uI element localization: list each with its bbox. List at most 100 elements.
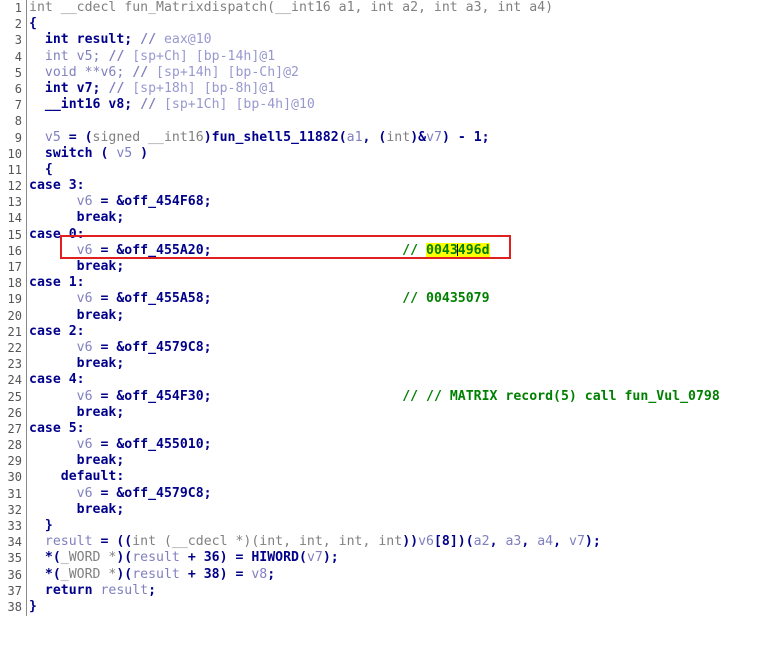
code-line[interactable]: 31 v6 = &off_4579C8; [0, 486, 778, 502]
token-type: int __cdecl fun_Matrixdispatch(__int16 a… [29, 0, 554, 15]
line-content[interactable]: switch ( v5 ) [29, 146, 148, 162]
code-line[interactable]: 8 [0, 113, 778, 129]
code-line[interactable]: 32 break; [0, 502, 778, 518]
line-content[interactable]: { [29, 16, 37, 32]
code-line[interactable]: 29 break; [0, 453, 778, 469]
line-number: 5 [14, 65, 22, 80]
code-line[interactable]: 20 break; [0, 308, 778, 324]
code-line[interactable]: 25 v6 = &off_454F30; // // MATRIX record… [0, 389, 778, 405]
code-line[interactable]: 36 *(_WORD *)(result + 38) = v8; [0, 567, 778, 583]
code-line-focused[interactable]: 16 v6 = &off_455A20; // 0043496d [0, 242, 778, 259]
token-arg: v7 [426, 129, 442, 145]
line-content[interactable]: v6 = &off_4579C8; [29, 486, 212, 502]
line-content[interactable]: break; [29, 356, 125, 372]
line-content[interactable]: break; [29, 404, 125, 421]
line-number: 26 [7, 405, 22, 420]
line-content[interactable]: int v5; // [sp+Ch] [bp-14h]@1 [29, 49, 275, 65]
token-keyword: break; [29, 404, 125, 420]
line-content[interactable]: case 4: [29, 372, 85, 388]
line-content[interactable]: v6 = &off_4579C8; [29, 340, 212, 356]
line-content[interactable]: v6 = &off_454F30; // // MATRIX record(5)… [29, 389, 720, 405]
line-content[interactable]: break; [29, 502, 125, 518]
line-content[interactable]: { [29, 162, 53, 178]
line-content[interactable]: return result; [29, 583, 156, 599]
line-content[interactable]: int result; // eax@10 [29, 32, 212, 48]
token-case-label: case 1: [29, 275, 85, 291]
token-brace: } [29, 598, 37, 614]
line-content[interactable]: } [29, 599, 37, 615]
line-number: 29 [7, 454, 22, 469]
code-line[interactable]: 35 *(_WORD *)(result + 36) = HIWORD(v7); [0, 550, 778, 566]
code-line[interactable]: 14 break; [0, 210, 778, 226]
code-line[interactable]: 18 case 1: [0, 275, 778, 291]
token-op: [8])( [433, 534, 474, 550]
code-line[interactable]: 19 v6 = &off_455A58; // 00435079 [0, 291, 778, 307]
line-content[interactable]: break; [29, 453, 125, 469]
code-line[interactable]: 33 } [0, 518, 778, 534]
line-content[interactable]: case 2: [29, 324, 85, 340]
line-content[interactable]: case 3: [29, 178, 85, 194]
code-line[interactable]: 6 int v7; // [sp+18h] [bp-8h]@1 [0, 81, 778, 97]
code-line[interactable]: 4 int v5; // [sp+Ch] [bp-14h]@1 [0, 49, 778, 65]
line-content[interactable]: case 0: [29, 227, 85, 243]
line-content[interactable]: int v7; // [sp+18h] [bp-8h]@1 [29, 81, 275, 97]
code-line[interactable]: 22 v6 = &off_4579C8; [0, 340, 778, 356]
line-content[interactable]: int __cdecl fun_Matrixdispatch(__int16 a… [29, 0, 553, 16]
line-content[interactable]: } [29, 518, 53, 534]
line-content[interactable]: result = ((int (__cdecl *)(int, int, int… [29, 534, 601, 550]
line-content[interactable]: __int16 v8; // [sp+1Ch] [bp-4h]@10 [29, 97, 315, 113]
line-content[interactable]: v6 = &off_455010; [29, 437, 212, 453]
line-content[interactable]: default: [29, 469, 125, 485]
code-line[interactable]: 1 int __cdecl fun_Matrixdispatch(__int16… [0, 0, 778, 16]
token-assign: = &off_454F68; [92, 194, 212, 210]
code-line[interactable]: 23 break; [0, 356, 778, 372]
code-line[interactable]: 17 break; [0, 259, 778, 275]
token-var: v6 [29, 485, 93, 501]
line-content[interactable]: v6 = &off_455A20; // 0043496d [29, 242, 490, 259]
line-content[interactable]: *(_WORD *)(result + 38) = v8; [29, 567, 275, 583]
code-line[interactable]: 9 v5 = (signed __int16)fun_shell5_11882(… [0, 130, 778, 146]
selected-comment-text[interactable]: 0043496d [426, 242, 490, 258]
line-number: 24 [7, 373, 22, 388]
code-line[interactable]: 7 __int16 v8; // [sp+1Ch] [bp-4h]@10 [0, 97, 778, 113]
line-content[interactable]: break; [29, 308, 125, 324]
token-decl: void **v6; [29, 64, 133, 80]
line-content[interactable]: break; [29, 210, 125, 226]
code-line[interactable]: 34 result = ((int (__cdecl *)(int, int, … [0, 534, 778, 550]
token-user-comment[interactable]: // 00435079 [212, 291, 489, 306]
code-line[interactable]: 15 case 0: [0, 227, 778, 243]
code-line[interactable]: 10 switch ( v5 ) [0, 146, 778, 162]
line-content[interactable]: break; [29, 259, 125, 275]
code-line[interactable]: 37 return result; [0, 583, 778, 599]
code-line[interactable]: 27 case 5: [0, 421, 778, 437]
default-label: default: [60, 469, 125, 485]
token-assign: = &off_455A58; [92, 291, 212, 307]
code-line[interactable]: 13 v6 = &off_454F68; [0, 194, 778, 210]
code-line[interactable]: 30 default: [0, 469, 778, 485]
line-number: 15 [7, 227, 22, 242]
code-line[interactable]: 12 case 3: [0, 178, 778, 194]
line-content[interactable]: case 1: [29, 275, 85, 291]
line-content[interactable]: v6 = &off_455A58; // 00435079 [29, 291, 490, 307]
code-line[interactable]: 24 case 4: [0, 372, 778, 388]
code-line[interactable]: 2 { [0, 16, 778, 32]
selection-before-caret: 0043 [426, 242, 458, 258]
token-user-comment[interactable]: // // MATRIX record(5) call fun_Vul_0798 [212, 389, 720, 404]
code-line[interactable]: 5 void **v6; // [sp+14h] [bp-Ch]@2 [0, 65, 778, 81]
code-line[interactable]: 26 break; [0, 405, 778, 421]
code-line[interactable]: 38 } [0, 599, 778, 615]
line-content[interactable]: void **v6; // [sp+14h] [bp-Ch]@2 [29, 65, 299, 81]
pseudocode-editor[interactable]: 1 int __cdecl fun_Matrixdispatch(__int16… [0, 0, 778, 616]
code-line[interactable]: 21 case 2: [0, 324, 778, 340]
line-content[interactable]: *(_WORD *)(result + 36) = HIWORD(v7); [29, 550, 339, 566]
token-op: = (( [92, 534, 133, 550]
line-content[interactable]: v5 = (signed __int16)fun_shell5_11882(a1… [29, 130, 490, 146]
token-var: v6 [418, 534, 434, 550]
token-comment-body: [sp+Ch] [bp-14h]@1 [132, 48, 276, 64]
token-cast: _WORD * [60, 550, 117, 566]
line-content[interactable]: v6 = &off_454F68; [29, 194, 212, 210]
code-line[interactable]: 28 v6 = &off_455010; [0, 437, 778, 453]
code-line[interactable]: 3 int result; // eax@10 [0, 32, 778, 48]
code-line[interactable]: 11 { [0, 162, 778, 178]
line-content[interactable]: case 5: [29, 421, 85, 437]
